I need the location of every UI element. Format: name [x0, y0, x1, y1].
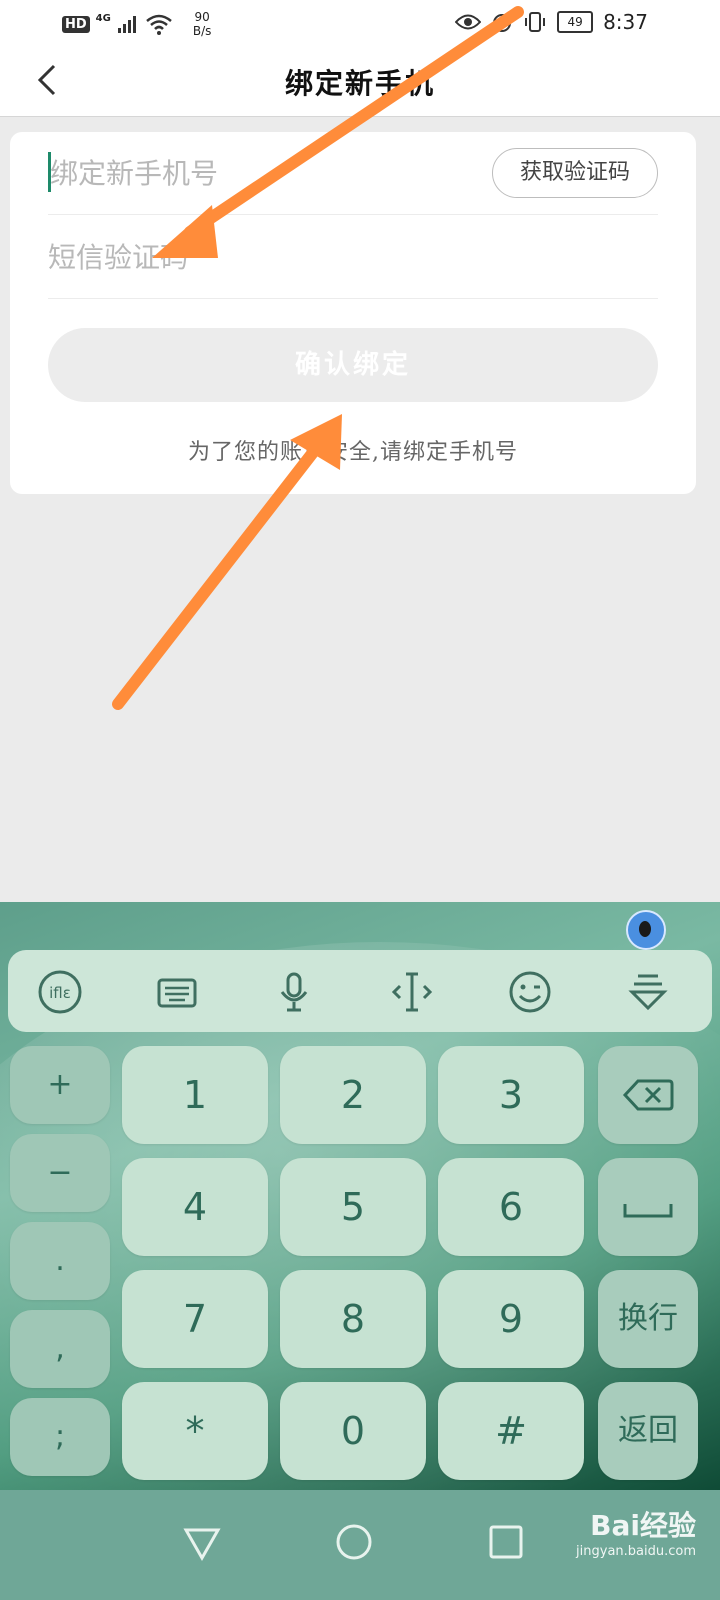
svg-text:iflɛ: iflɛ [49, 984, 71, 1002]
key-4[interactable]: 4 [122, 1158, 268, 1256]
space-icon [623, 1204, 673, 1218]
key-1[interactable]: 1 [122, 1046, 268, 1144]
return-key[interactable]: 返回 [598, 1382, 698, 1480]
key-9[interactable]: 9 [438, 1270, 584, 1368]
ime-keyboard: iflɛ + − . , ; 1 2 3 4 5 6 7 8 9 * 0 # 换… [0, 902, 720, 1490]
nav-recents-icon[interactable] [484, 1520, 528, 1564]
phone-row: 获取验证码 [48, 132, 658, 215]
cursor-icon[interactable] [388, 968, 436, 1016]
status-bar: HD 4G 90 B/s 49 8:37 [0, 0, 720, 48]
ime-mascot-icon[interactable] [626, 910, 666, 950]
key-6[interactable]: 6 [438, 1158, 584, 1256]
key-0[interactable]: 0 [280, 1382, 426, 1480]
nav-home-icon[interactable] [332, 1520, 376, 1564]
backspace-icon [622, 1079, 674, 1111]
collapse-keyboard-icon[interactable] [624, 968, 672, 1016]
status-right: 49 8:37 [455, 10, 648, 34]
key-asterisk[interactable]: * [122, 1382, 268, 1480]
emoji-icon[interactable] [506, 968, 554, 1016]
wifi-icon [146, 14, 172, 35]
alarm-icon [493, 14, 512, 32]
network-speed: 90 B/s [193, 10, 212, 38]
key-hash[interactable]: # [438, 1382, 584, 1480]
network-type: 4G [95, 12, 111, 24]
sms-code-input[interactable] [48, 234, 468, 280]
keyboard-toolbar: iflɛ [8, 950, 712, 1032]
delete-key[interactable] [598, 1046, 698, 1144]
new-phone-input[interactable] [50, 150, 470, 196]
app-header: 绑定新手机 [0, 48, 720, 117]
sms-row [48, 214, 658, 299]
microphone-icon[interactable] [270, 968, 318, 1016]
key-period[interactable]: . [10, 1222, 110, 1300]
bind-phone-card: 获取验证码 确认绑定 为了您的账户安全,请绑定手机号 [10, 132, 696, 494]
battery-indicator: 49 [557, 11, 594, 33]
speed-unit: B/s [192, 24, 212, 38]
status-left: HD 4G 90 B/s [62, 10, 211, 38]
nav-back-icon[interactable] [180, 1520, 224, 1564]
hd-badge: HD [62, 15, 90, 33]
system-nav-bar: Bai经验 jingyan.baidu.com [0, 1490, 720, 1600]
key-2[interactable]: 2 [280, 1046, 426, 1144]
signal-icon [117, 16, 136, 33]
key-8[interactable]: 8 [280, 1270, 426, 1368]
key-semicolon[interactable]: ; [10, 1398, 110, 1476]
eye-icon [455, 14, 482, 30]
watermark-brand: Bai经验 [590, 1509, 696, 1542]
newline-key[interactable]: 换行 [598, 1270, 698, 1368]
iflytek-logo-icon[interactable]: iflɛ [36, 968, 84, 1016]
key-comma[interactable]: , [10, 1310, 110, 1388]
security-hint: 为了您的账户安全,请绑定手机号 [188, 440, 518, 465]
key-plus[interactable]: + [10, 1046, 110, 1124]
key-minus[interactable]: − [10, 1134, 110, 1212]
get-code-button[interactable]: 获取验证码 [492, 148, 658, 198]
confirm-bind-button[interactable]: 确认绑定 [48, 328, 658, 402]
keyboard-icon[interactable] [153, 968, 201, 1016]
watermark-url: jingyan.baidu.com [576, 1544, 696, 1559]
clock: 8:37 [603, 10, 648, 34]
space-key[interactable] [598, 1158, 698, 1256]
key-7[interactable]: 7 [122, 1270, 268, 1368]
key-3[interactable]: 3 [438, 1046, 584, 1144]
vibrate-icon [525, 12, 546, 32]
baidu-watermark: Bai经验 jingyan.baidu.com [576, 1504, 696, 1559]
page-title: 绑定新手机 [284, 67, 435, 100]
key-5[interactable]: 5 [280, 1158, 426, 1256]
speed-value: 90 [194, 10, 210, 24]
